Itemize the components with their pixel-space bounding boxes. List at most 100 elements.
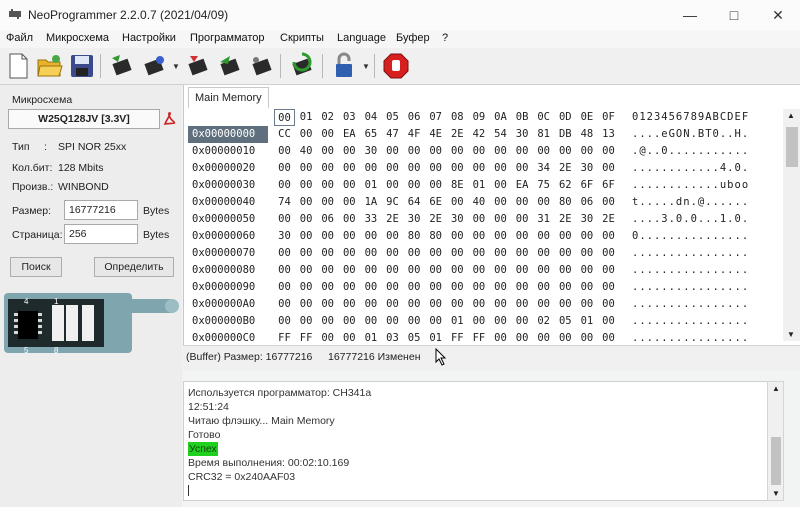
hex-byte[interactable]: 00 — [339, 194, 360, 211]
hex-byte[interactable]: 00 — [296, 160, 317, 177]
hex-byte[interactable]: 00 — [447, 160, 468, 177]
hex-byte[interactable]: 00 — [425, 313, 446, 330]
hex-byte[interactable]: 00 — [274, 296, 295, 313]
hex-byte[interactable]: 06 — [576, 194, 597, 211]
hex-byte[interactable]: 6F — [598, 177, 619, 194]
hex-byte[interactable]: 00 — [382, 313, 403, 330]
hex-byte[interactable]: 00 — [425, 262, 446, 279]
hex-byte[interactable]: 00 — [598, 279, 619, 296]
new-file-icon[interactable] — [4, 52, 32, 80]
hex-byte[interactable]: 00 — [512, 279, 533, 296]
hex-byte[interactable]: 00 — [382, 262, 403, 279]
hex-byte[interactable]: 80 — [555, 194, 576, 211]
hex-byte[interactable]: 00 — [447, 262, 468, 279]
hex-address[interactable]: 0x00000080 — [188, 262, 268, 279]
hex-byte[interactable]: 00 — [512, 160, 533, 177]
hex-byte[interactable]: 00 — [296, 126, 317, 143]
hex-byte[interactable]: 00 — [468, 143, 489, 160]
hex-byte[interactable]: 02 — [533, 313, 554, 330]
hex-byte[interactable]: 4F — [404, 126, 425, 143]
hex-byte[interactable]: 00 — [468, 211, 489, 228]
hex-byte[interactable]: 00 — [404, 279, 425, 296]
hex-address[interactable]: 0x00000030 — [188, 177, 268, 194]
menu-buffer[interactable]: Буфер — [396, 32, 430, 44]
hex-byte[interactable]: 30 — [512, 126, 533, 143]
hex-byte[interactable]: 00 — [512, 296, 533, 313]
hex-byte[interactable]: 00 — [274, 177, 295, 194]
pdf-icon[interactable] — [162, 111, 178, 127]
hex-address[interactable]: 0x00000040 — [188, 194, 268, 211]
hex-byte[interactable]: 00 — [425, 177, 446, 194]
hex-byte[interactable]: 31 — [533, 211, 554, 228]
hex-byte[interactable]: 00 — [533, 228, 554, 245]
hex-byte[interactable]: 2E — [598, 211, 619, 228]
hex-address[interactable]: 0x00000020 — [188, 160, 268, 177]
hex-address[interactable]: 0x000000A0 — [188, 296, 268, 313]
hex-byte[interactable]: 00 — [447, 296, 468, 313]
read-chip-icon[interactable] — [108, 52, 136, 80]
open-folder-icon[interactable] — [36, 52, 64, 80]
hex-byte[interactable]: 00 — [490, 245, 511, 262]
hex-byte[interactable]: 30 — [404, 211, 425, 228]
hex-byte[interactable]: 00 — [512, 228, 533, 245]
verify-chip-icon[interactable] — [140, 52, 168, 80]
hex-byte[interactable]: 30 — [274, 228, 295, 245]
hex-byte[interactable]: 00 — [598, 194, 619, 211]
hex-byte[interactable]: 00 — [512, 262, 533, 279]
hex-byte[interactable]: 30 — [447, 211, 468, 228]
hex-byte[interactable]: 00 — [598, 143, 619, 160]
hex-byte[interactable]: 2E — [382, 211, 403, 228]
scroll-up-icon[interactable]: ▲ — [772, 384, 780, 393]
hex-byte[interactable]: 00 — [339, 313, 360, 330]
hex-byte[interactable]: 30 — [360, 143, 381, 160]
hex-byte[interactable]: 01 — [576, 313, 597, 330]
hex-byte[interactable]: 00 — [382, 160, 403, 177]
erase-chip-icon[interactable] — [184, 52, 212, 80]
hex-byte[interactable]: 81 — [533, 126, 554, 143]
auto-chip-icon[interactable] — [288, 52, 316, 80]
hex-byte[interactable]: DB — [555, 126, 576, 143]
hex-byte[interactable]: 00 — [533, 143, 554, 160]
hex-byte[interactable]: 00 — [382, 143, 403, 160]
hex-byte[interactable]: 34 — [533, 160, 554, 177]
search-button[interactable]: Поиск — [10, 257, 62, 277]
hex-byte[interactable]: 00 — [339, 177, 360, 194]
hex-byte[interactable]: 00 — [274, 262, 295, 279]
hex-byte[interactable]: 00 — [296, 296, 317, 313]
menu-programmer[interactable]: Программатор — [190, 32, 265, 44]
hex-address[interactable]: 0x00000010 — [188, 143, 268, 160]
hex-byte[interactable]: 00 — [490, 211, 511, 228]
hex-address[interactable]: 0x00000060 — [188, 228, 268, 245]
hex-byte[interactable]: 00 — [512, 313, 533, 330]
hex-byte[interactable]: 00 — [274, 160, 295, 177]
hex-byte[interactable]: 00 — [576, 279, 597, 296]
hex-byte[interactable]: 00 — [296, 245, 317, 262]
hex-byte[interactable]: 00 — [339, 143, 360, 160]
hex-byte[interactable]: 00 — [404, 313, 425, 330]
hex-byte[interactable]: 00 — [425, 296, 446, 313]
hex-address[interactable]: 0x00000050 — [188, 211, 268, 228]
scroll-down-icon[interactable]: ▼ — [772, 489, 780, 498]
hex-byte[interactable]: 00 — [425, 279, 446, 296]
chip-name-field[interactable]: W25Q128JV [3.3V] — [8, 109, 160, 129]
hex-byte[interactable]: 00 — [468, 245, 489, 262]
hex-byte[interactable]: 00 — [512, 194, 533, 211]
hex-address[interactable]: 0x00000070 — [188, 245, 268, 262]
hex-byte[interactable]: 00 — [296, 262, 317, 279]
hex-byte[interactable]: 00 — [447, 279, 468, 296]
hex-byte[interactable]: 00 — [404, 245, 425, 262]
hex-byte[interactable]: 80 — [425, 228, 446, 245]
hex-byte[interactable]: 00 — [404, 143, 425, 160]
hex-byte[interactable]: 00 — [274, 279, 295, 296]
hex-byte[interactable]: 00 — [404, 160, 425, 177]
hex-byte[interactable]: 30 — [576, 160, 597, 177]
hex-byte[interactable]: 00 — [533, 262, 554, 279]
size-field[interactable]: 16777216 — [64, 200, 138, 220]
hex-byte[interactable]: 00 — [360, 296, 381, 313]
hex-byte[interactable]: 00 — [382, 177, 403, 194]
hex-byte[interactable]: 01 — [468, 177, 489, 194]
hex-byte[interactable]: 00 — [598, 262, 619, 279]
hex-address[interactable]: 0x00000090 — [188, 279, 268, 296]
hex-byte[interactable]: 80 — [404, 228, 425, 245]
hex-byte[interactable]: 00 — [598, 313, 619, 330]
